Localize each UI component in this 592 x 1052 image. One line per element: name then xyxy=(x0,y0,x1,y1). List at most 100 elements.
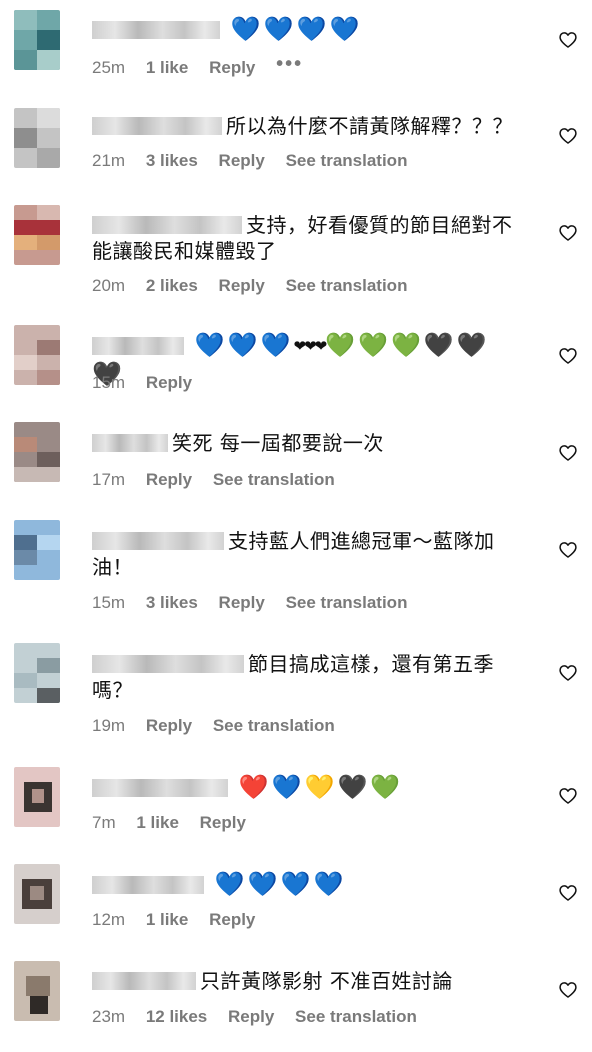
emoji: 💚 xyxy=(391,331,421,359)
timestamp: 23m xyxy=(92,1007,126,1026)
avatar[interactable] xyxy=(14,864,60,924)
emoji: 💙 xyxy=(214,870,245,898)
avatar[interactable] xyxy=(14,108,60,168)
avatar[interactable] xyxy=(14,767,60,827)
comment-text: ❤️ 💙 💛 🖤 💚 xyxy=(239,773,403,801)
heart-outline-icon[interactable] xyxy=(558,883,578,903)
emoji: 💙 xyxy=(313,870,344,898)
emoji: 💚 xyxy=(358,331,389,359)
comment-text: 💙 💙 💙 💙 xyxy=(231,15,363,43)
heart-outline-icon[interactable] xyxy=(558,540,578,560)
comment-text: 💙 💙 💙 💙 xyxy=(215,870,347,898)
username-blurred[interactable] xyxy=(92,20,220,39)
reply-button[interactable]: Reply xyxy=(228,1007,274,1026)
username-blurred[interactable] xyxy=(92,875,204,894)
reply-button[interactable]: Reply xyxy=(219,593,265,612)
avatar[interactable] xyxy=(14,961,60,1021)
avatar[interactable] xyxy=(14,520,60,580)
comment-meta: 12m 1 like Reply xyxy=(92,910,271,930)
emoji: 💙 xyxy=(227,331,258,359)
username-blurred[interactable] xyxy=(92,336,184,355)
avatar[interactable] xyxy=(14,325,60,385)
avatar[interactable] xyxy=(14,10,60,70)
avatar[interactable] xyxy=(14,643,60,703)
avatar[interactable] xyxy=(14,422,60,482)
username-blurred[interactable] xyxy=(92,215,242,234)
username-blurred[interactable] xyxy=(92,433,168,452)
username-blurred[interactable] xyxy=(92,531,224,550)
timestamp: 17m xyxy=(92,470,126,489)
username-blurred[interactable] xyxy=(92,971,196,990)
likes-count[interactable]: 1 like xyxy=(146,910,189,929)
emoji: 🖤 xyxy=(423,331,454,359)
reply-button[interactable]: Reply xyxy=(146,716,192,735)
likes-count[interactable]: 2 likes xyxy=(146,276,198,295)
emoji: 💚 xyxy=(325,331,356,359)
timestamp: 12m xyxy=(92,910,126,929)
reply-button[interactable]: Reply xyxy=(146,470,192,489)
emoji: 🖤 xyxy=(456,331,487,359)
timestamp: 15m xyxy=(92,373,126,392)
reply-button[interactable]: Reply xyxy=(219,151,265,170)
emoji: 💙 xyxy=(247,870,278,898)
emoji: ❤❤❤ xyxy=(293,337,328,355)
avatar[interactable] xyxy=(14,205,60,265)
heart-outline-icon[interactable] xyxy=(558,980,578,1000)
timestamp: 21m xyxy=(92,151,126,170)
emoji: 💙 xyxy=(194,331,225,359)
see-translation-button[interactable]: See translation xyxy=(213,716,335,735)
heart-outline-icon[interactable] xyxy=(558,443,578,463)
timestamp: 19m xyxy=(92,716,126,735)
username-blurred[interactable] xyxy=(92,116,222,135)
emoji: 💙 xyxy=(296,15,327,43)
timestamp: 15m xyxy=(92,593,126,612)
more-dots-icon[interactable]: ••• xyxy=(276,53,303,75)
username-blurred[interactable] xyxy=(92,778,228,797)
emoji: 💛 xyxy=(304,773,335,801)
comment-meta: 7m 1 like Reply xyxy=(92,813,262,833)
reply-button[interactable]: Reply xyxy=(209,910,255,929)
heart-outline-icon[interactable] xyxy=(558,786,578,806)
emoji: ❤️ xyxy=(238,773,269,801)
see-translation-button[interactable]: See translation xyxy=(286,593,408,612)
comment-text: 只許黃隊影射 不准百姓討論 xyxy=(200,969,453,993)
timestamp: 7m xyxy=(92,813,116,832)
comment-meta: 25m 1 like Reply ••• xyxy=(92,53,319,79)
comment-meta: 23m 12 likes Reply See translation xyxy=(92,1007,433,1027)
heart-outline-icon[interactable] xyxy=(558,126,578,146)
heart-outline-icon[interactable] xyxy=(558,223,578,243)
likes-count[interactable]: 1 like xyxy=(146,58,189,77)
comment-meta: 21m 3 likes Reply See translation xyxy=(92,151,423,171)
emoji: 💙 xyxy=(329,15,360,43)
comment-meta: 15m 3 likes Reply See translation xyxy=(92,593,423,613)
see-translation-button[interactable]: See translation xyxy=(286,276,408,295)
timestamp: 25m xyxy=(92,58,126,77)
comment-meta: 19m Reply See translation xyxy=(92,716,351,736)
timestamp: 20m xyxy=(92,276,126,295)
reply-button[interactable]: Reply xyxy=(219,276,265,295)
emoji: 💙 xyxy=(260,331,291,359)
emoji: 💚 xyxy=(370,773,401,801)
likes-count[interactable]: 3 likes xyxy=(146,151,198,170)
heart-outline-icon[interactable] xyxy=(558,663,578,683)
reply-button[interactable]: Reply xyxy=(200,813,246,832)
username-blurred[interactable] xyxy=(92,654,244,673)
comment-text: 笑死 每一屆都要說一次 xyxy=(172,431,384,455)
likes-count[interactable]: 1 like xyxy=(136,813,179,832)
heart-outline-icon[interactable] xyxy=(558,30,578,50)
comment-text: 所以為什麼不請黃隊解釋？？？ xyxy=(226,114,513,138)
likes-count[interactable]: 3 likes xyxy=(146,593,198,612)
see-translation-button[interactable]: See translation xyxy=(213,470,335,489)
see-translation-button[interactable]: See translation xyxy=(295,1007,417,1026)
comment-meta: 17m Reply See translation xyxy=(92,470,351,490)
emoji: 💙 xyxy=(271,773,302,801)
reply-button[interactable]: Reply xyxy=(146,373,192,392)
comment-meta: 20m 2 likes Reply See translation xyxy=(92,276,423,296)
heart-outline-icon[interactable] xyxy=(558,346,578,366)
see-translation-button[interactable]: See translation xyxy=(286,151,408,170)
emoji: 💙 xyxy=(230,15,261,43)
emoji: 💙 xyxy=(280,870,311,898)
likes-count[interactable]: 12 likes xyxy=(146,1007,207,1026)
emoji: 💙 xyxy=(263,15,294,43)
reply-button[interactable]: Reply xyxy=(209,58,255,77)
